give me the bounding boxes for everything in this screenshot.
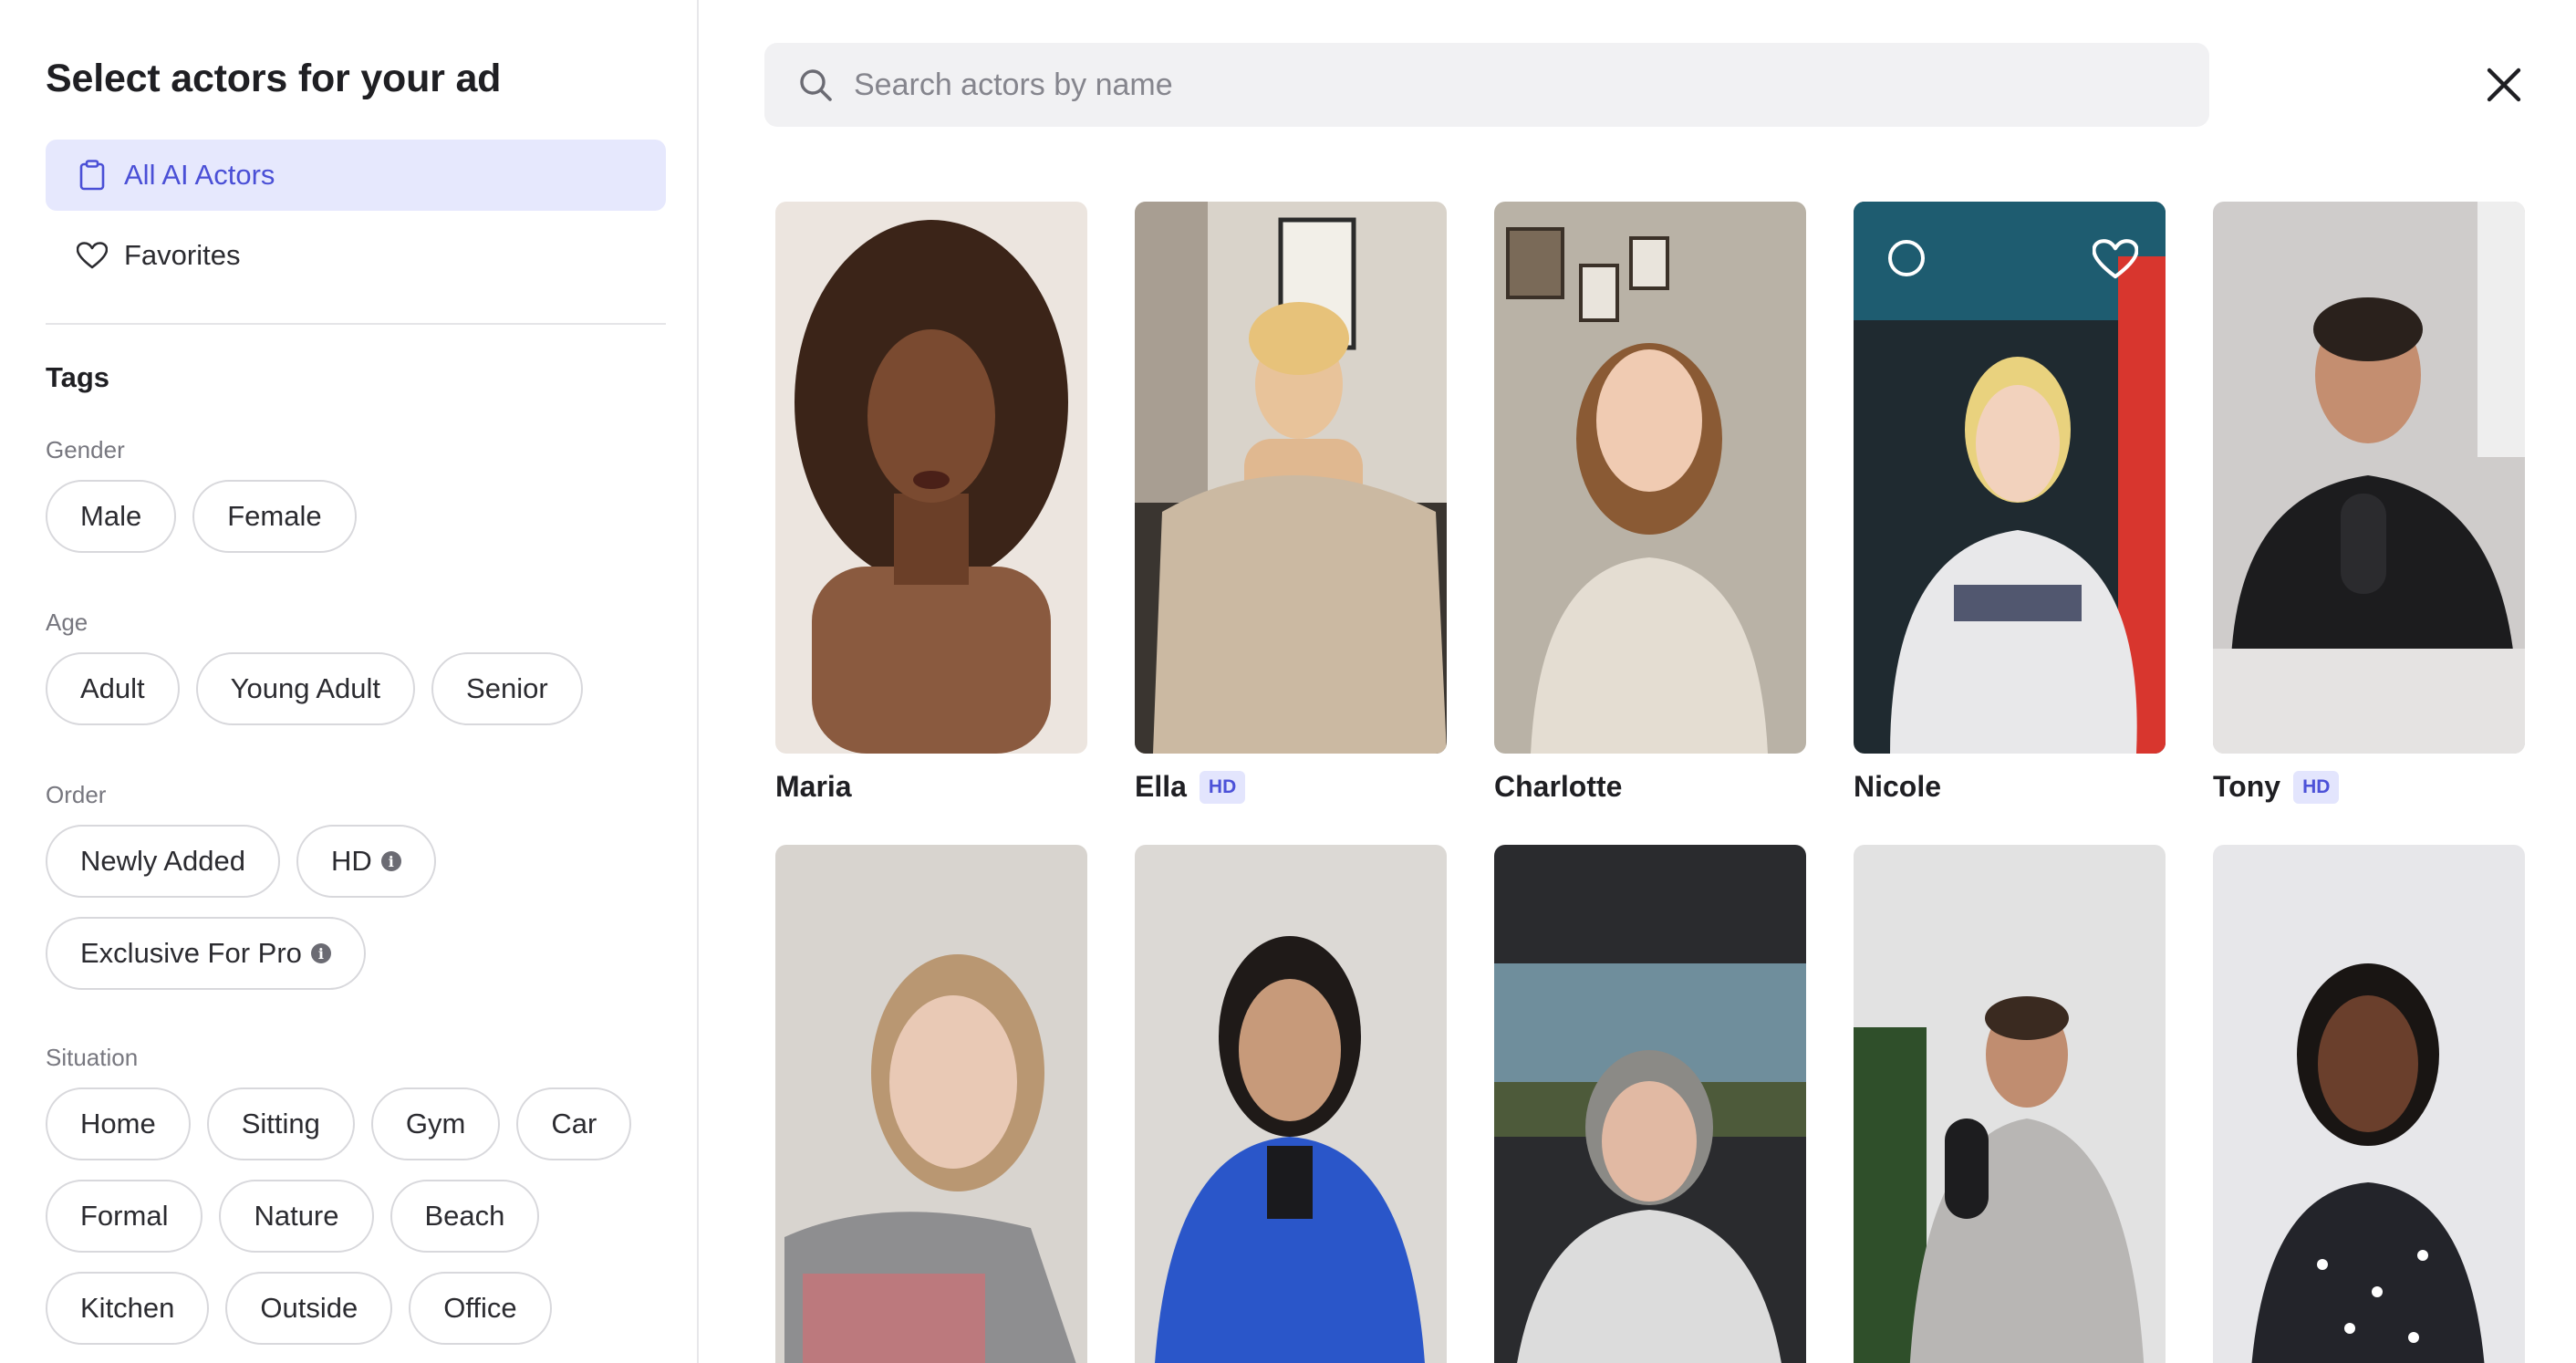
actor-card-tony[interactable]: Tony HD: [2213, 202, 2525, 804]
situation-chips-row-1: Home Sitting Gym Car: [46, 1087, 632, 1160]
actor-thumbnail: [1854, 202, 2166, 754]
actor-thumbnail: [775, 845, 1087, 1363]
sidebar: Select actors for your ad All AI Actors …: [0, 0, 699, 1363]
chip-label: HD: [330, 845, 372, 877]
nav-label: All AI Actors: [124, 159, 275, 191]
chip-senior[interactable]: Senior: [431, 652, 583, 725]
page-title: Select actors for your ad: [46, 57, 502, 100]
actor-card-ella[interactable]: Ella HD: [1135, 202, 1447, 804]
actor-card[interactable]: [775, 845, 1087, 1363]
actor-card[interactable]: [1854, 845, 2166, 1363]
actor-card-charlotte[interactable]: Charlotte: [1494, 202, 1806, 804]
chip-outside[interactable]: Outside: [225, 1272, 393, 1345]
actor-thumbnail: [1494, 845, 1806, 1363]
heart-icon: [77, 240, 108, 271]
gender-label: Gender: [46, 436, 125, 463]
actor-name-row: Ella HD: [1135, 770, 1447, 804]
chip-beach[interactable]: Beach: [390, 1180, 540, 1253]
chip-young-adult[interactable]: Young Adult: [195, 652, 416, 725]
actor-name: Ella: [1135, 770, 1187, 803]
search-icon: [800, 69, 832, 101]
order-chips-row-1: Newly Added HD i: [46, 825, 436, 898]
actor-thumbnail: [1135, 202, 1447, 754]
chip-home[interactable]: Home: [46, 1087, 191, 1160]
actor-card[interactable]: [2213, 845, 2525, 1363]
tags-heading: Tags: [46, 361, 110, 393]
select-circle-icon[interactable]: [1888, 240, 1925, 276]
chip-label: Exclusive For Pro: [80, 937, 302, 969]
actor-gallery: Maria Ella HD: [701, 0, 2576, 1363]
clipboard-icon: [77, 160, 108, 191]
chip-office[interactable]: Office: [409, 1272, 552, 1345]
actor-card[interactable]: [1135, 845, 1447, 1363]
actor-name-row: Charlotte: [1494, 770, 1806, 804]
age-chips: Adult Young Adult Senior: [46, 652, 583, 725]
nav-label: Favorites: [124, 239, 241, 271]
actor-name: Tony: [2213, 770, 2281, 803]
chip-sitting[interactable]: Sitting: [206, 1087, 355, 1160]
actor-name-row: Maria: [775, 770, 1087, 804]
actor-thumbnail: [2213, 202, 2525, 754]
chip-gym[interactable]: Gym: [370, 1087, 501, 1160]
order-chips-row-2: Exclusive For Pro i: [46, 917, 366, 990]
actor-name: Nicole: [1854, 770, 1942, 803]
situation-label: Situation: [46, 1044, 139, 1071]
order-label: Order: [46, 781, 107, 808]
chip-male[interactable]: Male: [46, 480, 177, 553]
chip-kitchen[interactable]: Kitchen: [46, 1272, 210, 1345]
actor-name: Charlotte: [1494, 770, 1623, 803]
situation-chips-row-2: Formal Nature Beach: [46, 1180, 540, 1253]
search-input[interactable]: [852, 66, 2133, 104]
actor-name-row: Nicole: [1854, 770, 2166, 804]
info-icon: i: [310, 943, 331, 963]
info-icon: i: [380, 851, 401, 871]
actor-thumbnail: [2213, 845, 2525, 1363]
actor-thumbnail: [775, 202, 1087, 754]
actor-name: Maria: [775, 770, 852, 803]
actor-card-maria[interactable]: Maria: [775, 202, 1087, 804]
search-bar[interactable]: [764, 43, 2209, 127]
actor-thumbnail: [1854, 845, 2166, 1363]
actor-picker-modal: Select actors for your ad All AI Actors …: [0, 0, 2576, 1363]
close-button[interactable]: [2481, 62, 2527, 108]
hd-badge: HD: [2293, 770, 2340, 804]
divider: [46, 323, 666, 325]
chip-nature[interactable]: Nature: [219, 1180, 374, 1253]
chip-formal[interactable]: Formal: [46, 1180, 203, 1253]
hd-badge: HD: [1199, 770, 1246, 804]
nav-favorites[interactable]: Favorites: [46, 220, 666, 291]
chip-adult[interactable]: Adult: [46, 652, 180, 725]
close-icon: [2487, 68, 2521, 102]
actor-card-nicole[interactable]: Nicole: [1854, 202, 2166, 804]
actor-thumbnail: [1494, 202, 1806, 754]
actor-thumbnail: [1135, 845, 1447, 1363]
actor-name-row: Tony HD: [2213, 770, 2525, 804]
chip-newly-added[interactable]: Newly Added: [46, 825, 280, 898]
chip-hd[interactable]: HD i: [296, 825, 436, 898]
age-label: Age: [46, 609, 88, 636]
gender-chips: Male Female: [46, 480, 357, 553]
situation-chips-row-3: Kitchen Outside Office: [46, 1272, 552, 1345]
chip-exclusive-for-pro[interactable]: Exclusive For Pro i: [46, 917, 366, 990]
favorite-heart-icon[interactable]: [2093, 238, 2138, 280]
actor-card[interactable]: [1494, 845, 1806, 1363]
chip-car[interactable]: Car: [516, 1087, 632, 1160]
nav-all-ai-actors[interactable]: All AI Actors: [46, 140, 666, 211]
chip-female[interactable]: Female: [192, 480, 357, 553]
